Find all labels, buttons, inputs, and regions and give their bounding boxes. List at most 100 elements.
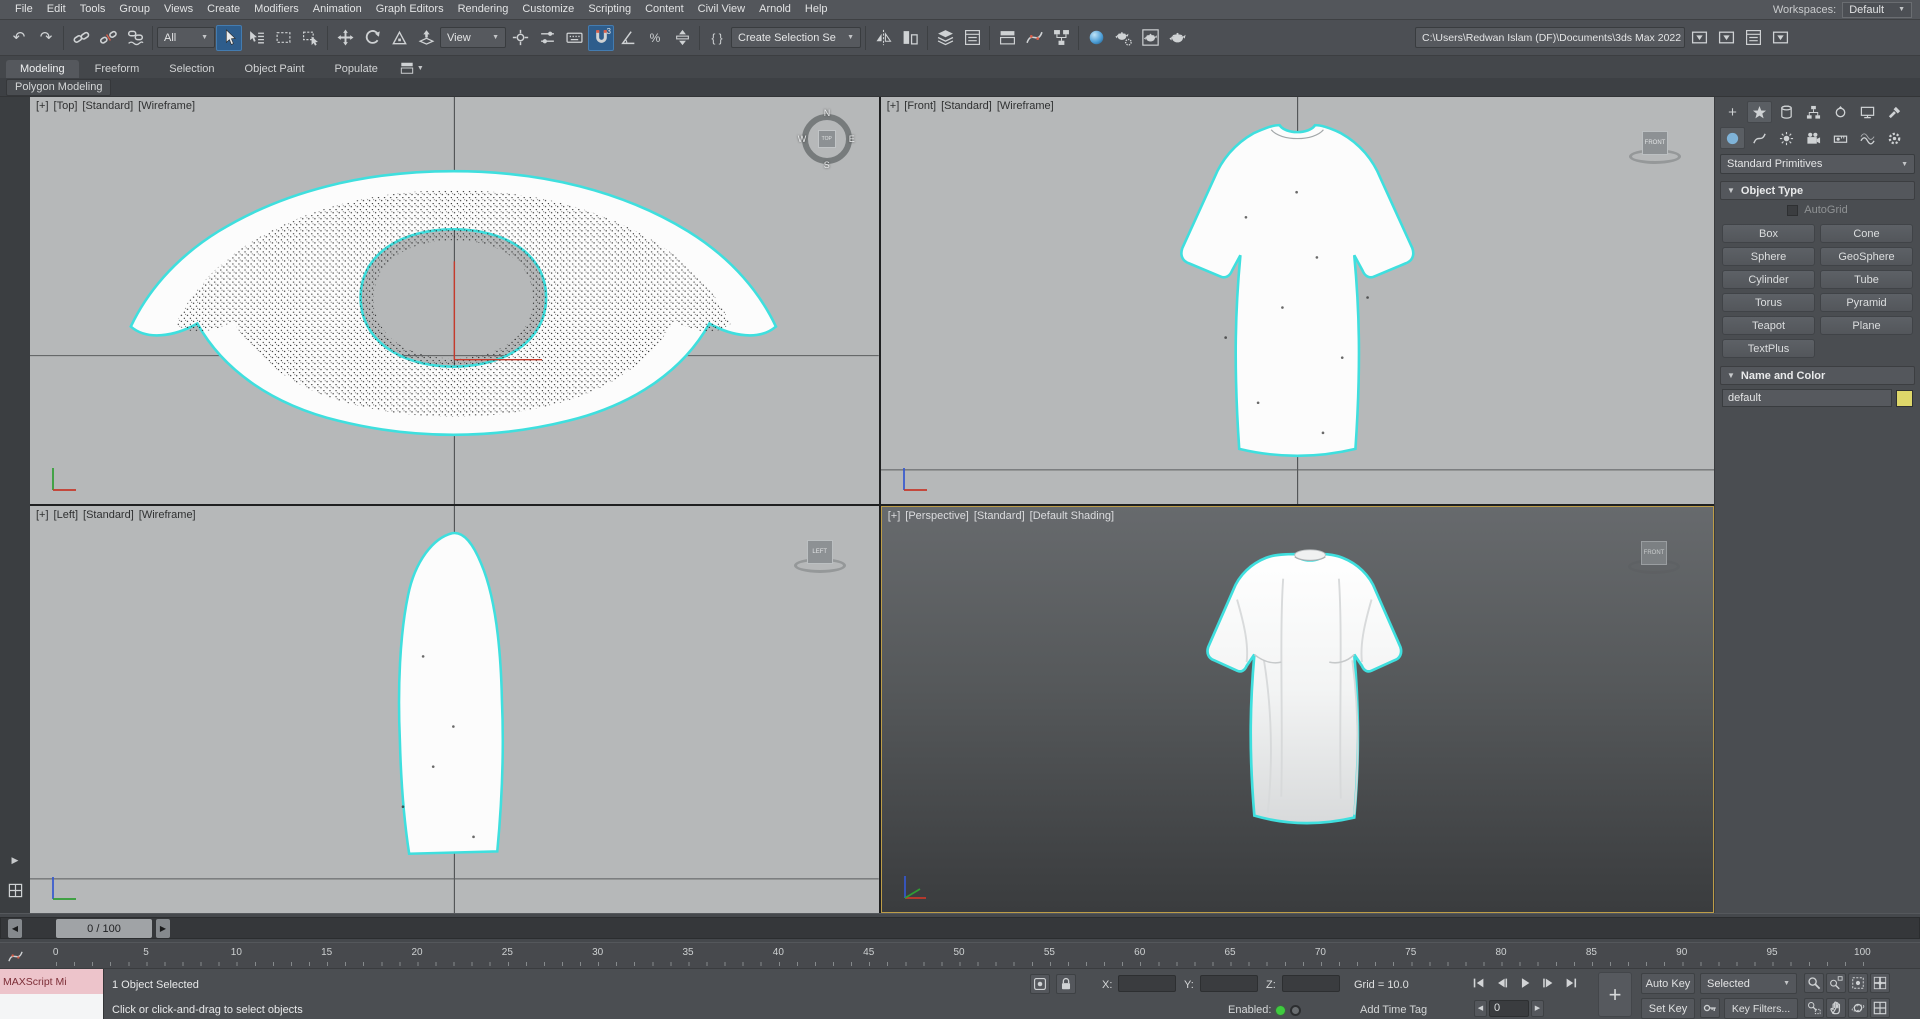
unlink-selection-icon[interactable] <box>95 25 121 51</box>
z-coordinate-field[interactable] <box>1282 975 1340 992</box>
menu-item-file[interactable]: File <box>8 0 40 19</box>
file-reference-icon[interactable] <box>1767 25 1793 51</box>
maximize-viewport-icon[interactable] <box>1870 998 1890 1018</box>
angle-snap-toggle-icon[interactable] <box>615 25 641 51</box>
listener-pane[interactable] <box>0 994 103 1019</box>
viewport-left-menu-0[interactable]: [+] <box>36 509 49 521</box>
viewport-top-menu-3[interactable]: [Wireframe] <box>138 100 195 112</box>
create-plane-button[interactable]: Plane <box>1820 316 1913 335</box>
viewcube-face[interactable]: FRONT <box>1641 541 1667 565</box>
orbit-icon[interactable] <box>1848 998 1868 1018</box>
create-textplus-button[interactable]: TextPlus <box>1722 339 1815 358</box>
maxscript-mini-listener[interactable]: MAXScript Mi <box>0 969 104 1019</box>
y-coordinate-field[interactable] <box>1200 975 1258 992</box>
category-shapes-icon[interactable] <box>1747 127 1772 149</box>
menu-item-arnold[interactable]: Arnold <box>752 0 798 19</box>
rectangular-selection-region-icon[interactable] <box>270 25 296 51</box>
viewport-top-menu-1[interactable]: [Top] <box>54 100 78 112</box>
compass-north-label[interactable]: N <box>824 108 831 118</box>
undo-icon[interactable]: ↶ <box>6 25 32 51</box>
time-slider-track[interactable] <box>0 917 1920 939</box>
select-and-link-icon[interactable] <box>68 25 94 51</box>
align-icon[interactable] <box>897 25 923 51</box>
next-frame-icon[interactable] <box>1537 973 1559 993</box>
x-coordinate-field[interactable] <box>1118 975 1176 992</box>
create-box-button[interactable]: Box <box>1722 224 1815 243</box>
menu-item-views[interactable]: Views <box>157 0 200 19</box>
keyboard-shortcut-override-icon[interactable] <box>561 25 587 51</box>
bind-to-space-warp-icon[interactable] <box>122 25 148 51</box>
menu-item-customize[interactable]: Customize <box>515 0 581 19</box>
zoom-extents-icon[interactable] <box>1848 973 1868 993</box>
ribbon-tab-modeling[interactable]: Modeling <box>6 60 79 78</box>
render-production-icon[interactable] <box>1164 25 1190 51</box>
selection-filter-dropdown[interactable]: All ▼ <box>157 27 215 48</box>
next-frame-arrow[interactable]: ▶ <box>156 919 170 938</box>
viewcube-compass[interactable]: N S W E TOP <box>797 108 857 170</box>
viewport-front-menu-0[interactable]: [+] <box>887 100 900 112</box>
named-selection-sets-dropdown[interactable]: Create Selection Se ▼ <box>731 27 861 48</box>
menu-item-modifiers[interactable]: Modifiers <box>247 0 306 19</box>
viewport-perspective-menu-1[interactable]: [Perspective] <box>905 510 969 522</box>
menu-item-tools[interactable]: Tools <box>73 0 113 19</box>
schematic-view-icon[interactable] <box>1048 25 1074 51</box>
ribbon-tab-freeform[interactable]: Freeform <box>81 60 154 78</box>
time-slider-thumb[interactable]: 0 / 100 <box>56 919 152 938</box>
viewcube[interactable]: LEFT <box>793 532 849 582</box>
ribbon-config-icon[interactable]: ▼ <box>394 61 430 78</box>
toggle-ribbon-icon[interactable] <box>994 25 1020 51</box>
create-tube-button[interactable]: Tube <box>1820 270 1913 289</box>
track-bar[interactable]: 0 5 10 15 20 25 30 35 40 45 50 55 60 65 70 75 80 85 90 95 10… <box>0 942 1920 968</box>
autogrid-checkbox[interactable] <box>1787 204 1799 216</box>
redo-icon[interactable]: ↷ <box>33 25 59 51</box>
play-animation-icon[interactable] <box>1514 973 1536 993</box>
ribbon-tab-populate[interactable]: Populate <box>320 60 391 78</box>
viewcube-face[interactable]: TOP <box>817 130 836 148</box>
category-helpers-icon[interactable] <box>1828 127 1853 149</box>
menu-item-scripting[interactable]: Scripting <box>581 0 638 19</box>
viewcube-face[interactable]: FRONT <box>1642 131 1668 155</box>
mute-toggle-icon[interactable] <box>1290 1004 1302 1016</box>
viewport-front-menu-2[interactable]: [Standard] <box>941 100 992 112</box>
tab-utilities-icon[interactable] <box>1882 101 1907 123</box>
tab-create-icon[interactable] <box>1747 101 1772 123</box>
layer-explorer-icon[interactable] <box>932 25 958 51</box>
menu-item-content[interactable]: Content <box>638 0 691 19</box>
category-cameras-icon[interactable] <box>1801 127 1826 149</box>
category-spacewarps-icon[interactable] <box>1855 127 1880 149</box>
viewport-left-menu-1[interactable]: [Left] <box>54 509 78 521</box>
selection-lock-icon[interactable] <box>1056 974 1076 994</box>
menu-item-graph-editors[interactable]: Graph Editors <box>369 0 451 19</box>
viewcube-face[interactable]: LEFT <box>806 540 833 564</box>
menu-item-rendering[interactable]: Rendering <box>451 0 516 19</box>
select-and-scale-icon[interactable] <box>386 25 412 51</box>
object-type-rollout-header[interactable]: ▼ Object Type <box>1720 181 1915 200</box>
ribbon-tab-selection[interactable]: Selection <box>155 60 228 78</box>
create-cone-button[interactable]: Cone <box>1820 224 1913 243</box>
select-and-manipulate-icon[interactable] <box>534 25 560 51</box>
viewport-top-menu-2[interactable]: [Standard] <box>82 100 133 112</box>
viewport-front[interactable]: [+] [Front] [Standard] [Wireframe] FRONT <box>880 97 1714 504</box>
asset-library-icon[interactable] <box>1740 25 1766 51</box>
primitive-category-dropdown[interactable]: Standard Primitives ▼ <box>1720 154 1915 174</box>
object-name-field[interactable]: default <box>1722 389 1892 407</box>
curve-editor-icon[interactable] <box>1021 25 1047 51</box>
set-key-button[interactable]: Set Key <box>1641 998 1695 1019</box>
polygon-modeling-panel-button[interactable]: Polygon Modeling <box>6 78 112 96</box>
select-and-place-icon[interactable] <box>413 25 439 51</box>
viewport-perspective-menu-0[interactable]: [+] <box>888 510 901 522</box>
window-crossing-icon[interactable] <box>297 25 323 51</box>
set-keys-button[interactable]: + <box>1598 972 1632 1017</box>
category-lights-icon[interactable] <box>1774 127 1799 149</box>
create-sphere-button[interactable]: Sphere <box>1722 247 1815 266</box>
go-to-end-icon[interactable] <box>1560 973 1582 993</box>
viewport-top-menu-0[interactable]: [+] <box>36 100 49 112</box>
workspace-plus-icon[interactable]: + <box>1720 101 1745 123</box>
compass-south-label[interactable]: S <box>824 160 830 170</box>
key-filters-button[interactable]: Key Filters... <box>1724 998 1798 1019</box>
menu-item-edit[interactable]: Edit <box>40 0 73 19</box>
enabled-indicator-icon[interactable] <box>1276 1005 1286 1015</box>
object-color-swatch[interactable] <box>1896 389 1913 407</box>
go-to-start-icon[interactable] <box>1468 973 1490 993</box>
zoom-all-icon[interactable] <box>1826 973 1846 993</box>
